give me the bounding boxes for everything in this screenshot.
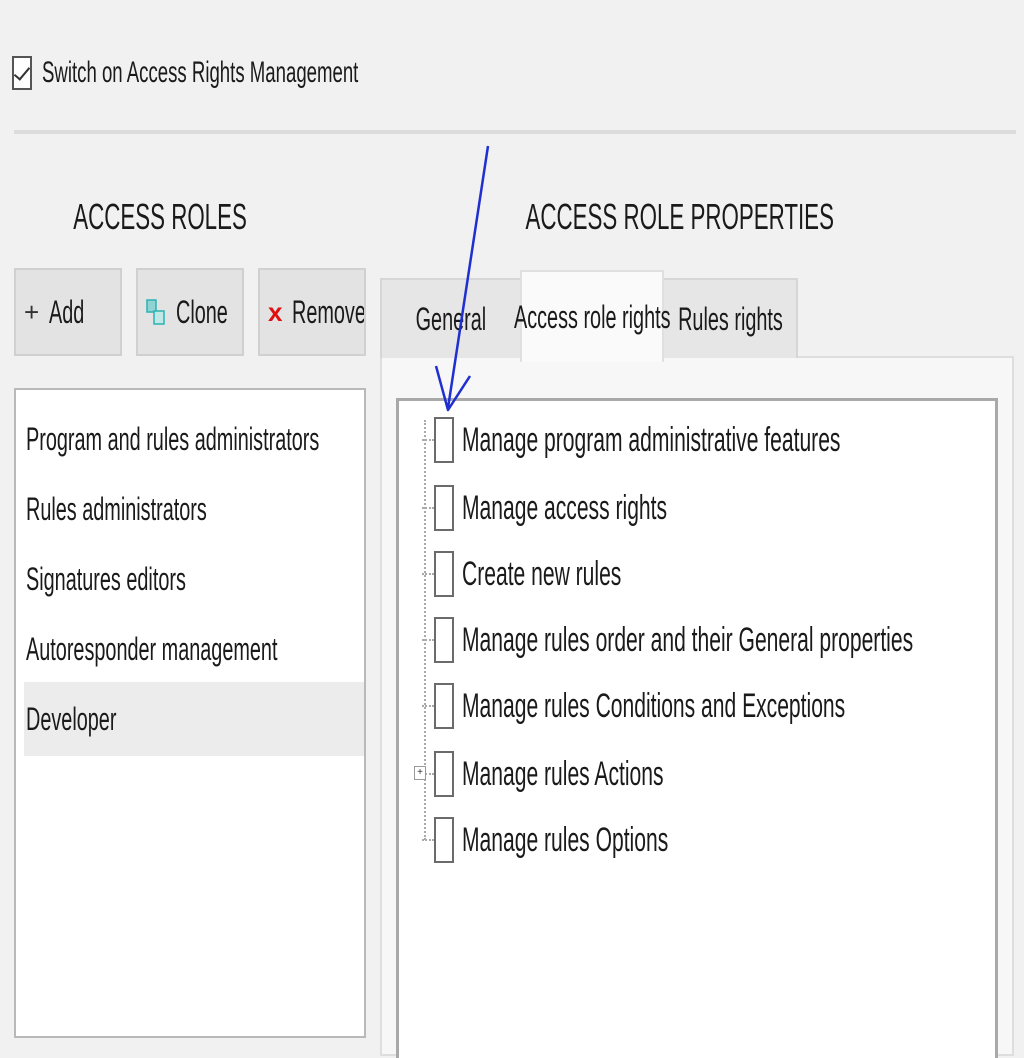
remove-role-button-label: Remove [292, 293, 366, 330]
role-item-rules-administrators[interactable]: Rules administrators [24, 474, 364, 544]
right-checkbox[interactable] [434, 485, 454, 531]
right-manage-program-administrative-features[interactable]: Manage program administrative features [422, 410, 1024, 470]
add-role-button[interactable]: + Add [14, 268, 122, 356]
role-item-autoresponder-management[interactable]: Autoresponder management [24, 614, 364, 684]
remove-role-button[interactable]: x Remove [258, 268, 366, 356]
right-manage-access-rights[interactable]: Manage access rights [422, 478, 793, 538]
right-create-new-rules[interactable]: Create new rules [422, 544, 719, 604]
role-item-developer[interactable]: Developer [24, 682, 364, 756]
access-rights-switch-label: Switch on Access Rights Management [42, 56, 359, 89]
right-manage-rules-options[interactable]: Manage rules Options [422, 810, 795, 870]
right-checkbox[interactable] [434, 617, 454, 663]
right-manage-rules-conditions-and-exceptions[interactable]: Manage rules Conditions and Exceptions [422, 676, 1024, 736]
add-role-button-label: Add [49, 293, 85, 330]
access-rights-switch[interactable]: Switch on Access Rights Management [12, 50, 552, 96]
right-checkbox[interactable] [434, 817, 454, 863]
tab-general[interactable]: General [380, 278, 522, 358]
clone-icon [146, 299, 165, 325]
access-roles-list[interactable]: Program and rules administrators Rules a… [14, 388, 366, 1038]
access-rights-checkbox[interactable] [12, 56, 32, 90]
plus-icon: + [24, 296, 40, 327]
right-checkbox[interactable] [434, 751, 454, 797]
access-role-properties-title: ACCESS ROLE PROPERTIES [525, 196, 835, 237]
role-item-signatures-editors[interactable]: Signatures editors [24, 544, 364, 614]
tab-access-role-rights[interactable]: Access role rights [514, 270, 670, 362]
access-roles-title: ACCESS ROLES [73, 196, 247, 237]
remove-x-icon: x [268, 296, 283, 327]
clone-role-button[interactable]: Clone [136, 268, 244, 356]
right-manage-rules-actions[interactable]: + Manage rules Actions [414, 744, 787, 804]
right-manage-rules-order-and-general-properties[interactable]: Manage rules order and their General pro… [422, 610, 1024, 670]
section-divider [14, 130, 1016, 134]
right-checkbox[interactable] [434, 683, 454, 729]
expand-plus-icon[interactable]: + [414, 766, 426, 780]
tab-rules-rights[interactable]: Rules rights [662, 278, 798, 358]
role-item-program-and-rules-administrators[interactable]: Program and rules administrators [24, 404, 364, 474]
clone-role-button-label: Clone [176, 293, 228, 330]
right-checkbox[interactable] [434, 551, 454, 597]
right-checkbox[interactable] [434, 417, 454, 463]
